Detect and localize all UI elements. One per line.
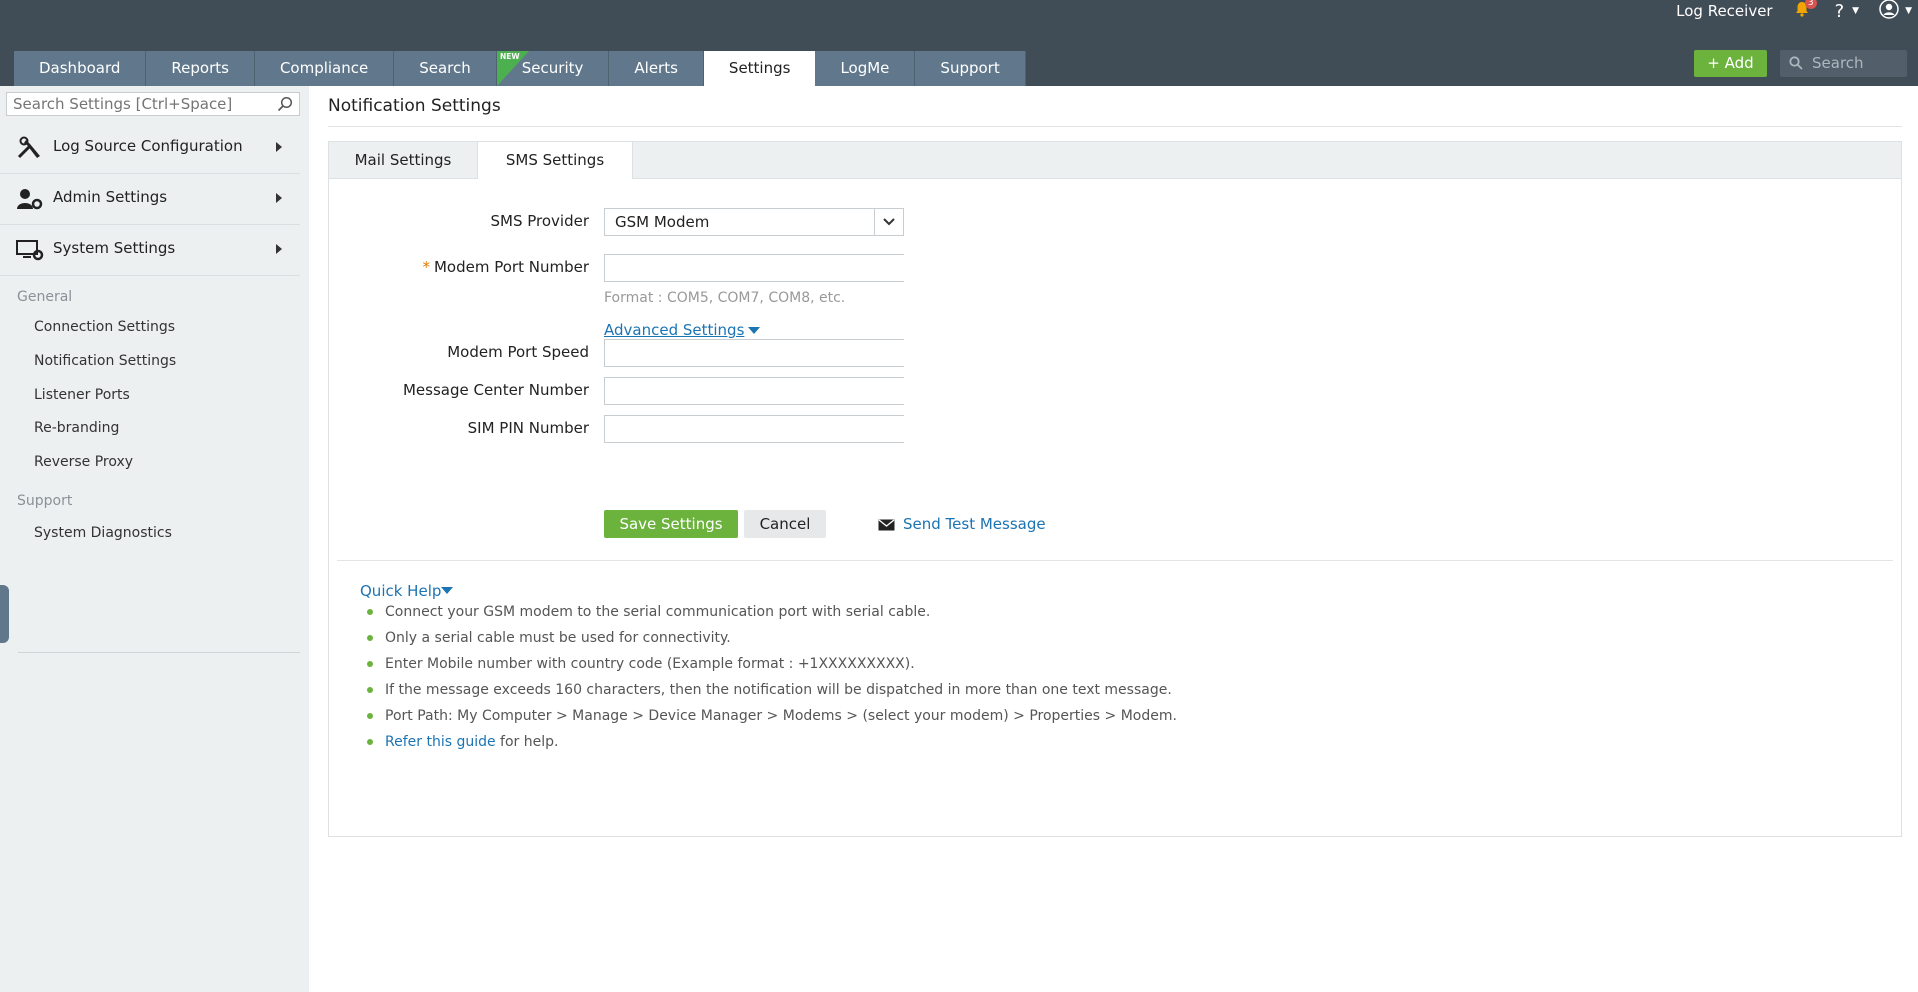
sms-provider-value: GSM Modem [615, 213, 710, 231]
bullet-icon [367, 739, 373, 745]
global-search-input[interactable]: Search [1780, 50, 1907, 77]
settings-panel: Mail Settings SMS Settings SMS Provider … [328, 141, 1902, 837]
caret-down-icon[interactable] [441, 587, 453, 594]
tab-security[interactable]: NEW Security [496, 51, 610, 86]
top-bar: Log Receiver 3 ? ▼ ▼ Dashboard Reports C… [0, 0, 1918, 86]
bullet-icon [367, 635, 373, 641]
tab-mail-settings[interactable]: Mail Settings [329, 142, 477, 178]
sidebar-item-notification-settings[interactable]: Notification Settings [34, 353, 176, 369]
search-icon[interactable] [277, 96, 293, 112]
sidebar-item-system-settings[interactable]: System Settings [0, 224, 300, 276]
refer-guide-link[interactable]: Refer this guide [385, 734, 496, 750]
envelope-icon[interactable] [878, 519, 895, 531]
bullet-icon [367, 687, 373, 693]
send-test-message-link[interactable]: Send Test Message [903, 515, 1046, 533]
tab-support[interactable]: Support [915, 51, 1026, 86]
help-dropdown-caret-icon[interactable]: ▼ [1852, 6, 1859, 16]
global-search-placeholder: Search [1812, 54, 1864, 72]
quick-help-item: Only a serial cable must be used for con… [367, 630, 731, 646]
quick-help-item: Enter Mobile number with country code (E… [367, 656, 915, 672]
user-avatar-icon [1879, 0, 1899, 19]
tab-dashboard[interactable]: Dashboard [14, 51, 147, 86]
modem-port-number-input[interactable] [605, 255, 905, 281]
quick-help-item: If the message exceeds 160 characters, t… [367, 682, 1172, 698]
tab-settings[interactable]: Settings [703, 51, 816, 86]
advanced-settings-link[interactable]: Advanced Settings [604, 321, 744, 339]
settings-sidebar: Log Source Configuration Admin Settings … [0, 86, 309, 992]
tab-alerts[interactable]: Alerts [609, 51, 704, 86]
save-settings-button[interactable]: Save Settings [604, 510, 738, 538]
bullet-icon [367, 609, 373, 615]
quick-help-toggle[interactable]: Quick Help [360, 582, 441, 600]
message-center-number-input[interactable] [605, 378, 905, 404]
modem-port-number-field[interactable] [604, 254, 905, 282]
bullet-icon [367, 713, 373, 719]
caret-right-icon [276, 244, 282, 254]
caret-right-icon [276, 142, 282, 152]
quick-help-item: Refer this guide for help. [367, 734, 558, 750]
sms-provider-label: SMS Provider [490, 212, 589, 230]
sms-provider-select[interactable]: GSM Modem [604, 208, 904, 236]
sidebar-divider [18, 652, 300, 653]
title-divider [328, 126, 1902, 127]
tab-compliance[interactable]: Compliance [254, 51, 395, 86]
sim-pin-number-input[interactable] [605, 416, 905, 442]
sidebar-item-listener-ports[interactable]: Listener Ports [34, 387, 130, 403]
page-title: Notification Settings [328, 96, 501, 116]
required-marker: * [422, 258, 430, 276]
add-button[interactable]: + Add [1694, 50, 1767, 77]
chevron-down-icon [883, 218, 895, 226]
notification-count-badge: 3 [1804, 0, 1817, 9]
modem-port-speed-label: Modem Port Speed [447, 343, 589, 361]
plus-icon: + [1707, 54, 1725, 72]
sidebar-item-log-source-configuration[interactable]: Log Source Configuration [0, 122, 300, 174]
sim-pin-number-field[interactable] [604, 415, 905, 443]
tab-reports[interactable]: Reports [146, 51, 255, 86]
sidebar-group-support: Support [17, 493, 73, 509]
user-menu-button[interactable] [1879, 0, 1899, 23]
sidebar-item-system-diagnostics[interactable]: System Diagnostics [34, 525, 172, 541]
quick-help-item: Port Path: My Computer > Manage > Device… [367, 708, 1177, 724]
cancel-button[interactable]: Cancel [744, 510, 826, 538]
settings-search-box[interactable] [6, 92, 300, 116]
modem-port-format-hint: Format : COM5, COM7, COM8, etc. [604, 290, 846, 306]
quick-help-item: Connect your GSM modem to the serial com… [367, 604, 930, 620]
search-icon [1789, 56, 1803, 70]
sidebar-item-reverse-proxy[interactable]: Reverse Proxy [34, 454, 133, 470]
modem-port-number-label: * Modem Port Number [422, 258, 589, 276]
tab-logme[interactable]: LogMe [815, 51, 916, 86]
main-nav-tabs: Dashboard Reports Compliance Search NEW … [14, 51, 1026, 86]
sidebar-item-admin-settings[interactable]: Admin Settings [0, 173, 300, 225]
settings-subtabs: Mail Settings SMS Settings [329, 142, 1901, 179]
help-button[interactable]: ? [1835, 1, 1845, 22]
sidebar-item-re-branding[interactable]: Re-branding [34, 420, 119, 436]
bullet-icon [367, 661, 373, 667]
admin-user-icon [17, 189, 43, 210]
tab-sms-settings[interactable]: SMS Settings [477, 142, 633, 179]
sim-pin-number-label: SIM PIN Number [467, 419, 589, 437]
svg-text:NEW: NEW [500, 52, 520, 61]
dropdown-button[interactable] [874, 209, 903, 235]
modem-port-speed-input[interactable] [605, 340, 905, 366]
sidebar-collapse-handle[interactable] [0, 585, 9, 643]
caret-down-icon[interactable] [748, 327, 760, 334]
quick-help-divider [337, 560, 1893, 561]
modem-port-speed-field[interactable] [604, 339, 905, 367]
sidebar-item-connection-settings[interactable]: Connection Settings [34, 319, 175, 335]
caret-right-icon [276, 193, 282, 203]
log-receiver-link[interactable]: Log Receiver [1676, 2, 1772, 20]
notifications-button[interactable]: 3 [1795, 0, 1817, 21]
top-right-controls: Log Receiver 3 ? ▼ ▼ [1676, 0, 1918, 22]
settings-search-input[interactable] [7, 93, 279, 115]
monitor-gear-icon [16, 240, 44, 261]
new-ribbon-icon: NEW [496, 51, 529, 86]
user-dropdown-caret-icon[interactable]: ▼ [1905, 6, 1912, 16]
message-center-number-field[interactable] [604, 377, 905, 405]
tab-search[interactable]: Search [394, 51, 497, 86]
sidebar-group-general: General [17, 289, 73, 305]
message-center-number-label: Message Center Number [402, 381, 589, 399]
tools-icon [17, 136, 40, 159]
